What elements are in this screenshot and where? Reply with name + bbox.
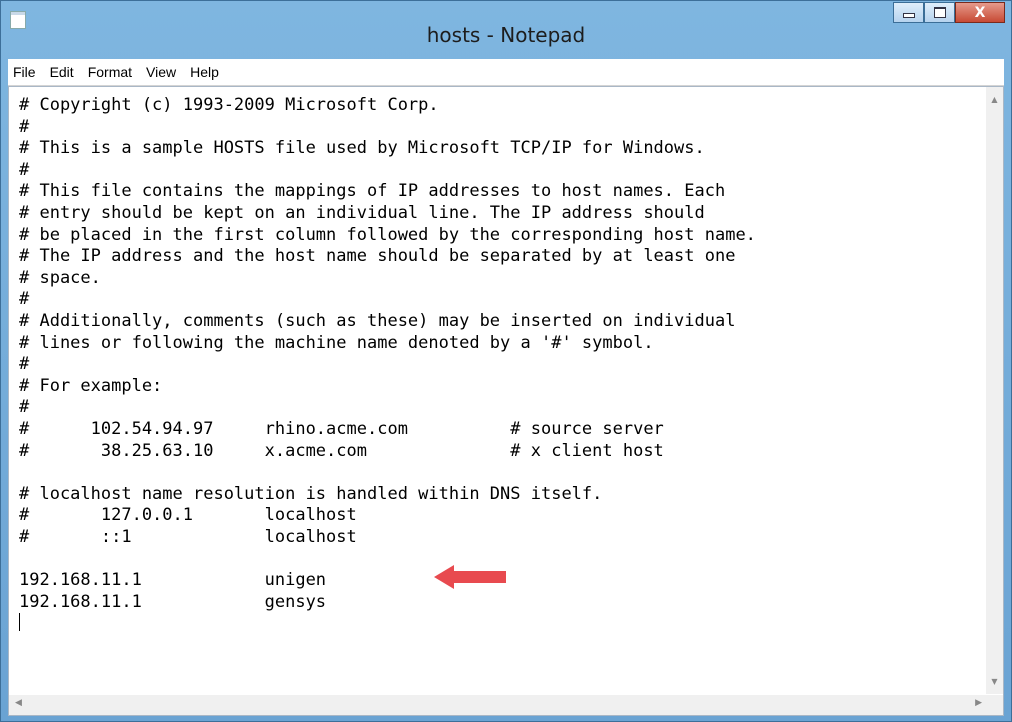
text-editor[interactable]: # Copyright (c) 1993-2009 Microsoft Corp… bbox=[8, 86, 1004, 716]
close-button[interactable]: X bbox=[955, 2, 1005, 23]
editor-line: # space. bbox=[19, 267, 101, 288]
menu-bar: File Edit Format View Help bbox=[8, 59, 1004, 86]
text-caret bbox=[19, 613, 979, 635]
window-title: hosts - Notepad bbox=[426, 23, 586, 47]
editor-line: # 127.0.0.1 localhost bbox=[19, 505, 357, 526]
scroll-down-icon[interactable]: ▼ bbox=[986, 677, 1003, 686]
maximize-button[interactable] bbox=[924, 2, 955, 23]
scroll-up-icon[interactable]: ▲ bbox=[986, 95, 1003, 104]
menu-edit[interactable]: Edit bbox=[43, 64, 81, 80]
editor-line: # bbox=[19, 159, 30, 180]
red-arrow-annotation bbox=[434, 565, 506, 589]
editor-line: # The IP address and the host name shoul… bbox=[19, 246, 736, 267]
menu-view[interactable]: View bbox=[139, 64, 183, 80]
editor-line: # entry should be kept on an individual … bbox=[19, 202, 705, 223]
editor-line: # Copyright (c) 1993-2009 Microsoft Corp… bbox=[19, 95, 439, 115]
editor-line: # bbox=[19, 354, 30, 375]
scroll-left-icon[interactable]: ◀ bbox=[15, 698, 22, 708]
editor-line: # This file contains the mappings of IP … bbox=[19, 181, 726, 202]
editor-line: 192.168.11.1 gensys bbox=[19, 591, 327, 612]
editor-line: # be placed in the first column followed… bbox=[19, 224, 756, 245]
editor-line: # ::1 localhost bbox=[19, 526, 357, 547]
editor-line: # lines or following the machine name de… bbox=[19, 332, 654, 353]
editor-line: # This is a sample HOSTS file used by Mi… bbox=[19, 138, 705, 159]
menu-file[interactable]: File bbox=[8, 64, 43, 80]
title-bar[interactable]: hosts - Notepad X bbox=[1, 1, 1011, 59]
scroll-right-icon[interactable]: ▶ bbox=[975, 698, 982, 708]
editor-line: # bbox=[19, 289, 30, 310]
menu-format[interactable]: Format bbox=[81, 64, 139, 80]
editor-line: # bbox=[19, 397, 30, 418]
editor-text-area[interactable]: # Copyright (c) 1993-2009 Microsoft Corp… bbox=[19, 95, 979, 690]
caption-buttons: X bbox=[893, 2, 1005, 24]
maximize-icon bbox=[933, 7, 946, 18]
minimize-button[interactable] bbox=[893, 2, 924, 23]
vertical-scrollbar[interactable]: ▲ ▼ bbox=[986, 87, 1003, 694]
editor-line: # For example: bbox=[19, 375, 163, 396]
resize-grip-icon[interactable] bbox=[986, 695, 1003, 715]
close-icon: X bbox=[974, 4, 986, 21]
editor-line: # bbox=[19, 116, 30, 137]
horizontal-scrollbar[interactable]: ◀ ▶ bbox=[9, 695, 986, 715]
editor-line: # 102.54.94.97 rhino.acme.com # source s… bbox=[19, 418, 664, 439]
editor-line: # 38.25.63.10 x.acme.com # x client host bbox=[19, 440, 664, 461]
notepad-window: hosts - Notepad X File Edit Format View … bbox=[0, 0, 1012, 722]
editor-line: # localhost name resolution is handled w… bbox=[19, 483, 603, 504]
minimize-icon bbox=[902, 13, 915, 18]
editor-line: # Additionally, comments (such as these)… bbox=[19, 310, 736, 331]
menu-help[interactable]: Help bbox=[183, 64, 226, 80]
